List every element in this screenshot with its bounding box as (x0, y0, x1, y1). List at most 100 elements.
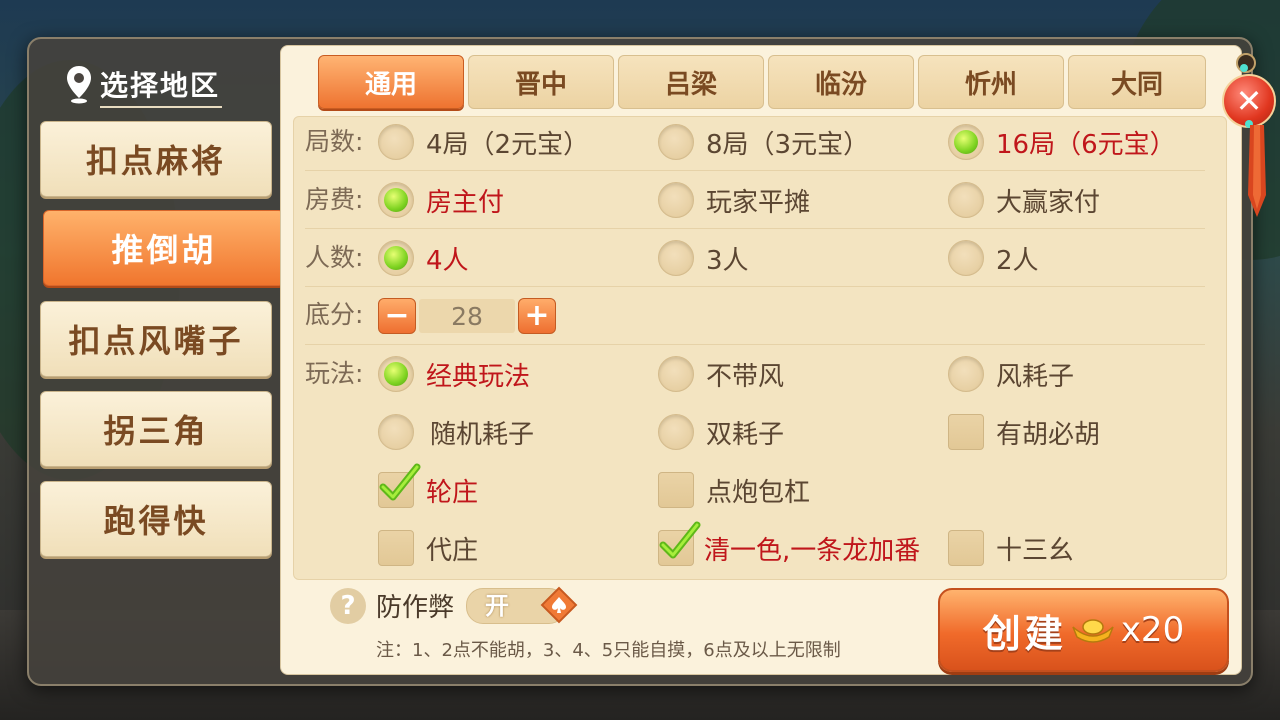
rounds-option-16[interactable]: 16局（6元宝） (948, 122, 1176, 162)
fee-option-split[interactable]: 玩家平摊 (658, 180, 810, 220)
region-select-title[interactable]: 选择地区 (64, 62, 223, 108)
rule-note: 注：1、2点不能胡，3、4、5只能自摸，6点及以上无限制 (376, 640, 841, 661)
game-paodekuai[interactable]: 跑得快 (40, 481, 272, 557)
fee-option-winner[interactable]: 大赢家付 (948, 180, 1100, 220)
base-score-stepper: − 28 + (378, 298, 556, 334)
spade-knob-icon (540, 586, 578, 623)
anti-cheat-label: 防作弊 (376, 593, 455, 623)
radio (948, 240, 984, 276)
radio-selected (378, 356, 414, 392)
option-text: 4人 (426, 245, 469, 276)
option-text: 3人 (706, 245, 749, 276)
option-text: 随机耗子 (430, 419, 535, 450)
play-option-rotate-dealer[interactable]: 轮庄 (378, 463, 478, 510)
game-label: 扣点麻将 (85, 142, 226, 180)
game-guaisanjiao[interactable]: 拐三角 (40, 391, 272, 467)
tab-label: 忻州 (964, 69, 1017, 100)
checkbox (378, 530, 414, 566)
play-option-no-wind[interactable]: 不带风 (658, 354, 784, 394)
radio (658, 356, 694, 392)
tab-label: 大同 (1110, 69, 1163, 100)
option-text: 玩家平摊 (706, 187, 811, 218)
play-option-thirteen-orphans[interactable]: 十三幺 (948, 528, 1074, 568)
radio (948, 356, 984, 392)
tab-jinzhong[interactable]: 晋中 (468, 55, 614, 109)
create-room-button[interactable]: 创建 x20 (938, 588, 1229, 672)
location-pin-icon (67, 66, 91, 104)
fee-option-host[interactable]: 房主付 (378, 180, 504, 220)
play-option-dianpao-baogang[interactable]: 点炮包杠 (658, 470, 810, 510)
players-option-3[interactable]: 3人 (658, 238, 749, 278)
radio-selected (948, 124, 984, 160)
game-label: 扣点风嘴子 (68, 322, 244, 360)
rounds-label: 局数: (305, 127, 364, 156)
checkbox (948, 530, 984, 566)
radio (658, 124, 694, 160)
radio (948, 182, 984, 218)
option-text: 2人 (996, 245, 1039, 276)
create-cost: x20 (1120, 610, 1185, 650)
option-text: 16局（6元宝） (996, 129, 1176, 160)
rounds-option-8[interactable]: 8局（3元宝） (658, 122, 869, 162)
anti-cheat-toggle[interactable]: 开 (466, 586, 578, 624)
region-title-text: 选择地区 (100, 69, 221, 102)
tab-label: 通用 (364, 69, 417, 100)
tab-label: 临汾 (814, 69, 867, 100)
game-label: 推倒胡 (111, 231, 217, 269)
players-option-2[interactable]: 2人 (948, 238, 1039, 278)
play-option-must-hu[interactable]: 有胡必胡 (948, 412, 1100, 452)
ribbon-decoration (1248, 125, 1266, 217)
option-text: 十三幺 (996, 535, 1075, 566)
option-text: 不带风 (706, 361, 785, 392)
toggle-text: 开 (485, 591, 510, 620)
checkbox (948, 414, 984, 450)
game-koudian-fengzuizi[interactable]: 扣点风嘴子 (40, 301, 272, 377)
checkbox (658, 472, 694, 508)
option-text: 风耗子 (996, 361, 1075, 392)
option-text: 清一色,一条龙加番 (704, 535, 921, 566)
checkbox-checked (378, 463, 421, 508)
play-option-wind-haozi[interactable]: 风耗子 (948, 354, 1074, 394)
fee-label: 房费: (305, 185, 364, 214)
players-label: 人数: (305, 243, 364, 272)
game-koudian-majiang[interactable]: 扣点麻将 (40, 121, 272, 197)
play-option-double-haozi[interactable]: 双耗子 (658, 412, 784, 452)
option-text: 8局（3元宝） (706, 129, 870, 160)
tab-datong[interactable]: 大同 (1068, 55, 1206, 109)
tab-lvliang[interactable]: 吕梁 (618, 55, 764, 109)
radio-selected (378, 182, 414, 218)
play-option-classic[interactable]: 经典玩法 (378, 354, 530, 394)
help-icon[interactable]: ? (330, 587, 366, 624)
minus-button[interactable]: − (378, 298, 416, 334)
game-label: 跑得快 (103, 502, 209, 540)
option-text: 双耗子 (706, 419, 785, 450)
radio (378, 414, 414, 450)
divider (305, 344, 1205, 345)
base-score-value: 28 (419, 299, 515, 333)
game-tuidaohu[interactable]: 推倒胡 (43, 210, 298, 286)
tab-linfen[interactable]: 临汾 (768, 55, 914, 109)
base-score-label: 底分: (305, 300, 364, 329)
checkmark-icon (659, 521, 701, 559)
play-label: 玩法: (305, 359, 364, 388)
option-text: 经典玩法 (426, 361, 531, 392)
play-option-proxy-dealer[interactable]: 代庄 (378, 528, 478, 568)
option-text: 点炮包杠 (706, 477, 811, 508)
gem-bead (1240, 64, 1248, 72)
game-label: 拐三角 (103, 412, 209, 450)
rounds-option-4[interactable]: 4局（2元宝） (378, 122, 589, 162)
option-text: 4局（2元宝） (426, 129, 590, 160)
play-option-random-haozi[interactable]: 随机耗子 (378, 412, 534, 452)
play-option-flush-bonus[interactable]: 清一色,一条龙加番 (658, 521, 921, 568)
checkmark-icon (379, 463, 421, 501)
tab-general[interactable]: 通用 (318, 55, 464, 109)
tab-label: 吕梁 (664, 69, 717, 100)
create-label: 创建 (982, 611, 1067, 656)
players-option-4[interactable]: 4人 (378, 238, 469, 278)
plus-button[interactable]: + (518, 298, 556, 334)
radio (378, 124, 414, 160)
divider (305, 286, 1205, 287)
option-text: 房主付 (426, 187, 505, 218)
tab-xinzhou[interactable]: 忻州 (918, 55, 1064, 109)
gold-ingot-icon (1072, 619, 1114, 643)
